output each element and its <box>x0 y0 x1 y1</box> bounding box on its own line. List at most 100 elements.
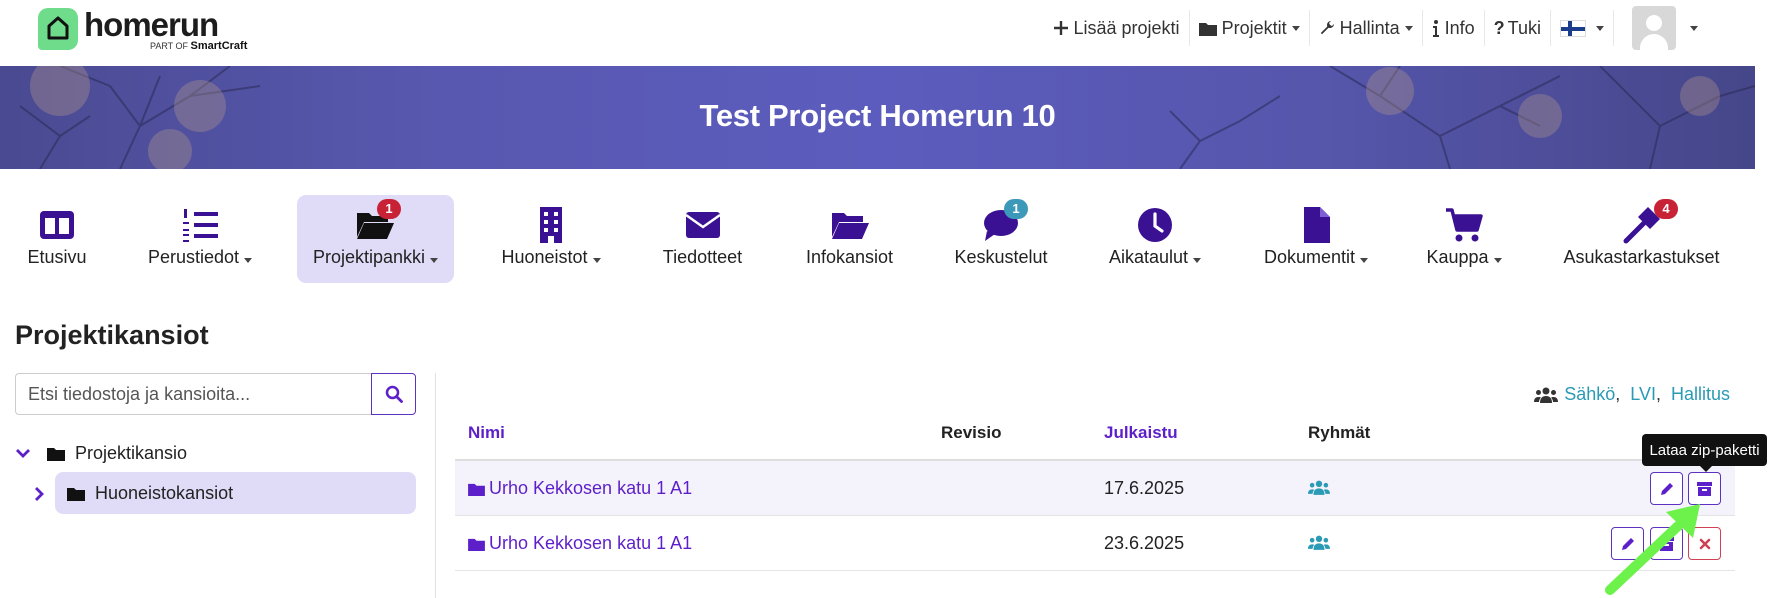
project-banner: Test Project Homerun 10 <box>0 66 1755 169</box>
cart-icon <box>1446 208 1483 242</box>
folder-open-icon <box>831 213 869 239</box>
module-perustiedot[interactable]: Perustiedot <box>140 195 260 283</box>
module-dokumentit[interactable]: Dokumentit <box>1260 195 1372 283</box>
folder-link[interactable]: Urho Kekkosen katu 1 A1 <box>468 533 692 554</box>
tree-item-projektikansio[interactable]: Projektikansio <box>15 440 187 466</box>
module-tiedotteet[interactable]: Tiedotteet <box>655 195 750 283</box>
group-link-sahko[interactable]: Sähkö <box>1564 384 1615 405</box>
module-huoneistot[interactable]: Huoneistot <box>495 195 607 283</box>
search-button[interactable] <box>371 373 416 415</box>
home-icon <box>38 8 78 50</box>
caret-down-icon <box>1596 25 1604 31</box>
tooltip: Lataa zip-paketti <box>1642 434 1767 472</box>
separator: , <box>1655 384 1661 404</box>
file-search <box>15 373 416 415</box>
module-navigation: Etusivu Perustiedot 1 Projektipankki Huo… <box>0 195 1755 283</box>
top-bar: homerun PART OF SmartCraft Lisää projekt… <box>0 0 1755 66</box>
module-label: Dokumentit <box>1263 247 1356 267</box>
folder-icon <box>67 487 85 501</box>
chevron-down-icon[interactable] <box>15 447 31 459</box>
folder-link[interactable]: Urho Kekkosen katu 1 A1 <box>468 478 692 499</box>
building-icon <box>540 207 562 243</box>
module-projektipankki[interactable]: 1 Projektipankki <box>297 195 454 283</box>
column-header-published[interactable]: Julkaistu <box>1104 423 1178 443</box>
module-label: Perustiedot <box>147 247 240 267</box>
plus-icon <box>1053 21 1068 35</box>
info-icon <box>1432 19 1439 37</box>
published-date: 17.6.2025 <box>1104 478 1185 498</box>
columns-icon <box>40 211 74 239</box>
clock-icon <box>1138 208 1172 242</box>
module-label: Asukastarkastukset <box>1563 247 1720 267</box>
caret-down-icon <box>1291 25 1300 31</box>
caret-down-icon <box>1690 25 1698 31</box>
wrench-icon <box>1320 21 1334 35</box>
top-navigation: Lisää projekti Projektit Hallinta Info ?… <box>1044 6 1708 50</box>
module-label: Aikataulut <box>1108 247 1189 267</box>
list-ol-icon <box>183 209 218 242</box>
search-input[interactable] <box>15 373 372 415</box>
users-icon <box>1534 387 1559 403</box>
module-infokansiot[interactable]: Infokansiot <box>797 195 902 283</box>
caret-down-icon <box>1360 258 1369 263</box>
column-header-name[interactable]: Nimi <box>468 423 505 443</box>
folder-name: Urho Kekkosen katu 1 A1 <box>489 533 693 553</box>
group-link-hallitus[interactable]: Hallitus <box>1671 384 1730 405</box>
envelope-icon <box>684 212 721 238</box>
column-header-groups: Ryhmät <box>1308 423 1371 442</box>
chevron-right-icon[interactable] <box>33 486 45 502</box>
table-header: Nimi Revisio Julkaistu Ryhmät <box>455 421 1735 461</box>
module-etusivu[interactable]: Etusivu <box>18 195 96 283</box>
column-header-revision: Revisio <box>941 423 1002 442</box>
module-label: Tiedotteet <box>662 247 743 267</box>
module-keskustelut[interactable]: 1 Keskustelut <box>950 195 1052 283</box>
module-label: Projektipankki <box>312 247 426 267</box>
module-label: Kauppa <box>1426 247 1489 267</box>
tree-item-label: Huoneistokansiot <box>95 482 234 503</box>
homerun-logo[interactable]: homerun PART OF SmartCraft <box>38 8 247 52</box>
module-aikataulut[interactable]: Aikataulut <box>1105 195 1205 283</box>
module-label: Infokansiot <box>805 247 894 267</box>
folder-icon <box>468 483 485 496</box>
module-asukastarkastukset[interactable]: 4 Asukastarkastukset <box>1558 195 1725 283</box>
pencil-icon <box>1660 482 1673 495</box>
caret-down-icon <box>1404 25 1413 31</box>
table-row: Urho Kekkosen katu 1 A1 17.6.2025 <box>455 461 1735 516</box>
language-menu[interactable] <box>1551 10 1614 46</box>
group-link-lvi[interactable]: LVI <box>1630 384 1656 405</box>
file-icon <box>1304 207 1330 243</box>
tree-item-huoneistokansiot[interactable]: Huoneistokansiot <box>55 472 416 514</box>
user-menu[interactable] <box>1614 6 1707 50</box>
logo-wordmark: homerun <box>84 6 219 43</box>
finland-flag-icon <box>1560 19 1586 37</box>
tree-item-label: Projektikansio <box>75 442 188 463</box>
search-icon <box>385 385 403 403</box>
caret-down-icon <box>244 258 253 263</box>
notification-badge: 1 <box>377 199 401 219</box>
users-icon[interactable] <box>1308 480 1330 495</box>
folder-name: Urho Kekkosen katu 1 A1 <box>489 478 693 498</box>
caret-down-icon <box>430 258 439 263</box>
page-title: Projektikansiot <box>15 320 209 350</box>
support-link[interactable]: ? Tuki <box>1485 10 1551 46</box>
project-title: Test Project Homerun 10 <box>699 98 1056 133</box>
folder-icon <box>1198 22 1217 36</box>
caret-down-icon <box>1493 258 1502 263</box>
group-filter: Sähkö, LVI, Hallitus <box>1534 384 1730 405</box>
info-label: Info <box>1444 17 1475 38</box>
admin-menu[interactable]: Hallinta <box>1310 10 1423 46</box>
admin-label: Hallinta <box>1339 17 1400 38</box>
info-link[interactable]: Info <box>1423 10 1485 46</box>
module-label: Huoneistot <box>501 247 588 267</box>
module-kauppa[interactable]: Kauppa <box>1424 195 1504 283</box>
module-label: Etusivu <box>27 247 87 267</box>
archive-icon <box>1697 481 1712 496</box>
add-project-link[interactable]: Lisää projekti <box>1044 10 1190 46</box>
avatar <box>1632 6 1676 50</box>
question-icon: ? <box>1493 17 1505 38</box>
add-project-label: Lisää projekti <box>1073 17 1180 38</box>
projects-menu[interactable]: Projektit <box>1190 10 1310 46</box>
caret-down-icon <box>1193 258 1202 263</box>
support-label: Tuki <box>1507 17 1541 38</box>
users-icon[interactable] <box>1308 535 1330 550</box>
